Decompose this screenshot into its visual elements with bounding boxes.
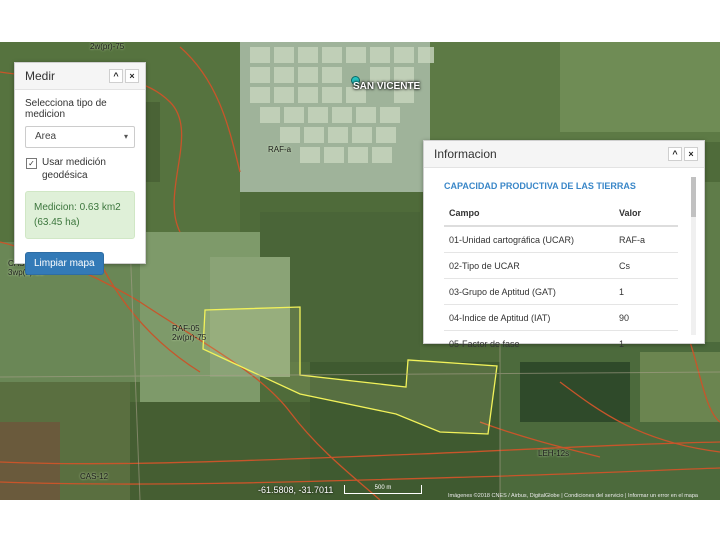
info-panel-header[interactable]: Informacion ^ × — [424, 141, 704, 168]
info-panel-title: Informacion — [434, 147, 497, 161]
column-header-value: Valor — [614, 201, 678, 227]
soil-unit-label: 2w(pr)-75 — [172, 333, 207, 342]
chevron-up-icon[interactable]: ^ — [668, 147, 682, 161]
measure-result: Medicion: 0.63 km2 (63.45 ha) — [25, 191, 135, 239]
info-panel: Informacion ^ × CAPACIDAD PRODUCTIVA DE … — [423, 140, 705, 356]
measure-panel-header[interactable]: Medir ^ × — [15, 63, 145, 90]
measure-type-select[interactable]: Area ▾ — [25, 126, 135, 148]
measure-result-km: Medicion: 0.63 km2 — [34, 202, 121, 213]
geodesic-option[interactable]: ✓ Usar medición geodésica — [25, 156, 135, 182]
value-cell: 1 — [614, 278, 678, 305]
table-row: 02-Tipo de UCAR Cs — [444, 252, 678, 279]
clear-map-button[interactable]: Limpiar mapa — [25, 252, 104, 275]
chevron-up-icon[interactable]: ^ — [109, 69, 123, 83]
close-icon[interactable]: × — [684, 147, 698, 161]
measure-type-label: Selecciona tipo de medicion — [25, 98, 107, 120]
town-label: SAN VICENTE — [353, 81, 421, 92]
soil-unit-label: RAF-a — [268, 145, 292, 154]
field-cell: 04-Indice de Aptitud (IAT) — [444, 304, 614, 331]
field-cell: 05-Factor de fase — [444, 330, 614, 356]
measure-type-value: Area — [35, 131, 57, 142]
map-attribution: Imágenes ©2018 CNES / Airbus, DigitalGlo… — [448, 493, 698, 499]
info-section-title: CAPACIDAD PRODUCTIVA DE LAS TIERRAS — [444, 181, 636, 191]
value-cell: 90 — [614, 304, 678, 331]
soil-unit-label: CAS-12 — [80, 472, 109, 481]
table-row: 01-Unidad cartográfica (UCAR) RAF-a — [444, 225, 678, 253]
close-icon[interactable]: × — [125, 69, 139, 83]
chevron-down-icon: ▾ — [123, 132, 128, 141]
table-row: 03-Grupo de Aptitud (GAT) 1 — [444, 278, 678, 305]
info-scrollbar-thumb[interactable] — [691, 177, 696, 217]
scale-bar: 500 m — [344, 485, 422, 494]
info-table: Campo Valor 01-Unidad cartográfica (UCAR… — [444, 201, 678, 356]
geodesic-checkbox[interactable]: ✓ — [26, 158, 37, 169]
coordinates-readout: -61.5808, -31.7011 — [258, 485, 334, 495]
column-header-field: Campo — [444, 201, 614, 227]
table-header-row: Campo Valor — [444, 201, 678, 227]
value-cell: 1 — [614, 330, 678, 356]
field-cell: 03-Grupo de Aptitud (GAT) — [444, 278, 614, 305]
value-cell: Cs — [614, 252, 678, 279]
table-row: 05-Factor de fase 1 — [444, 330, 678, 356]
geodesic-label: Usar medición geodésica — [42, 157, 106, 181]
value-cell: RAF-a — [614, 225, 678, 253]
soil-unit-label: LEH-12s — [538, 449, 570, 458]
soil-unit-label: RAF-05 — [172, 324, 200, 333]
field-cell: 01-Unidad cartográfica (UCAR) — [444, 225, 614, 253]
soil-unit-label: 2w(pr)-75 — [90, 42, 125, 51]
measure-result-ha: (63.45 ha) — [34, 217, 80, 228]
field-cell: 02-Tipo de UCAR — [444, 252, 614, 279]
measure-panel: Medir ^ × Selecciona tipo de medicion Ar… — [14, 62, 146, 275]
measure-panel-title: Medir — [25, 69, 56, 83]
table-row: 04-Indice de Aptitud (IAT) 90 — [444, 304, 678, 331]
